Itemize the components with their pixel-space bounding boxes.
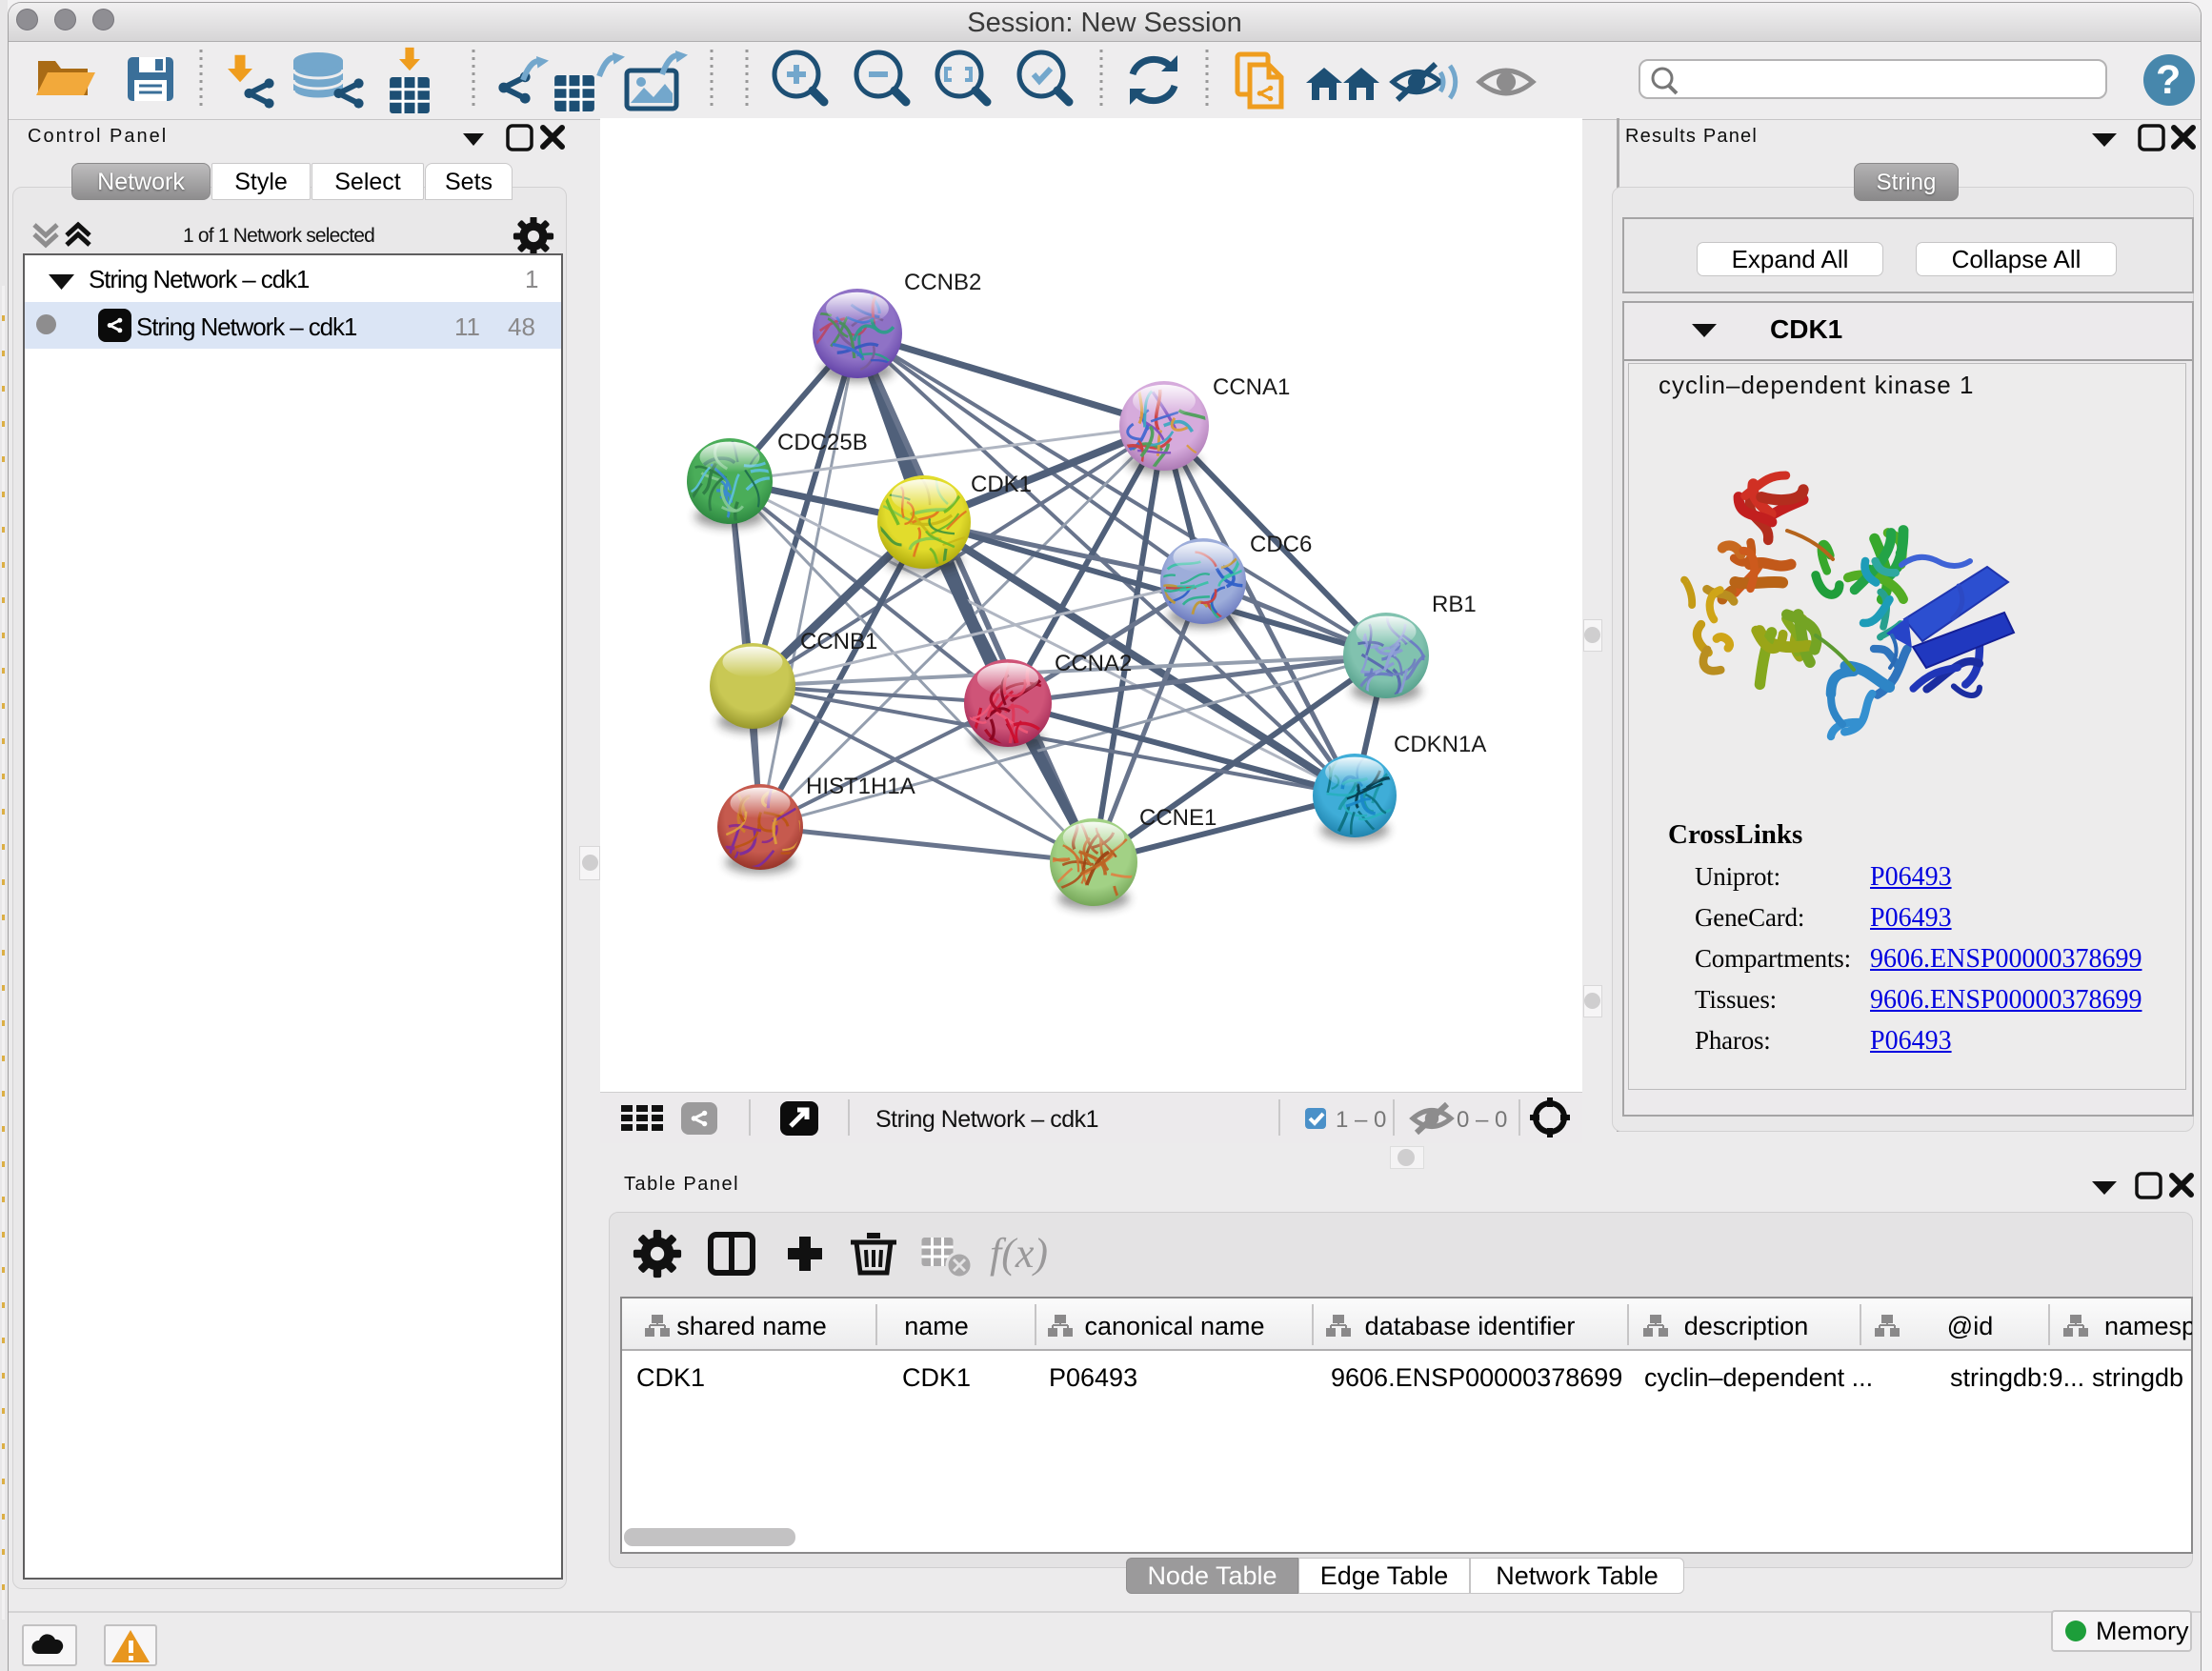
svg-text:CDC25B: CDC25B — [777, 430, 868, 455]
svg-text:CDK1: CDK1 — [971, 472, 1032, 497]
svg-text:CCNE1: CCNE1 — [1139, 805, 1217, 831]
svg-text:RB1: RB1 — [1432, 592, 1477, 617]
svg-text:CCNB1: CCNB1 — [800, 629, 877, 654]
svg-text:CCNA1: CCNA1 — [1213, 374, 1290, 400]
svg-text:CCNB2: CCNB2 — [904, 270, 981, 295]
svg-text:HIST1H1A: HIST1H1A — [806, 774, 915, 799]
svg-text:CCNA2: CCNA2 — [1055, 651, 1132, 676]
svg-text:CDKN1A: CDKN1A — [1394, 732, 1486, 757]
svg-text:f(x): f(x) — [990, 1230, 1048, 1277]
svg-text:CDC6: CDC6 — [1250, 532, 1312, 557]
